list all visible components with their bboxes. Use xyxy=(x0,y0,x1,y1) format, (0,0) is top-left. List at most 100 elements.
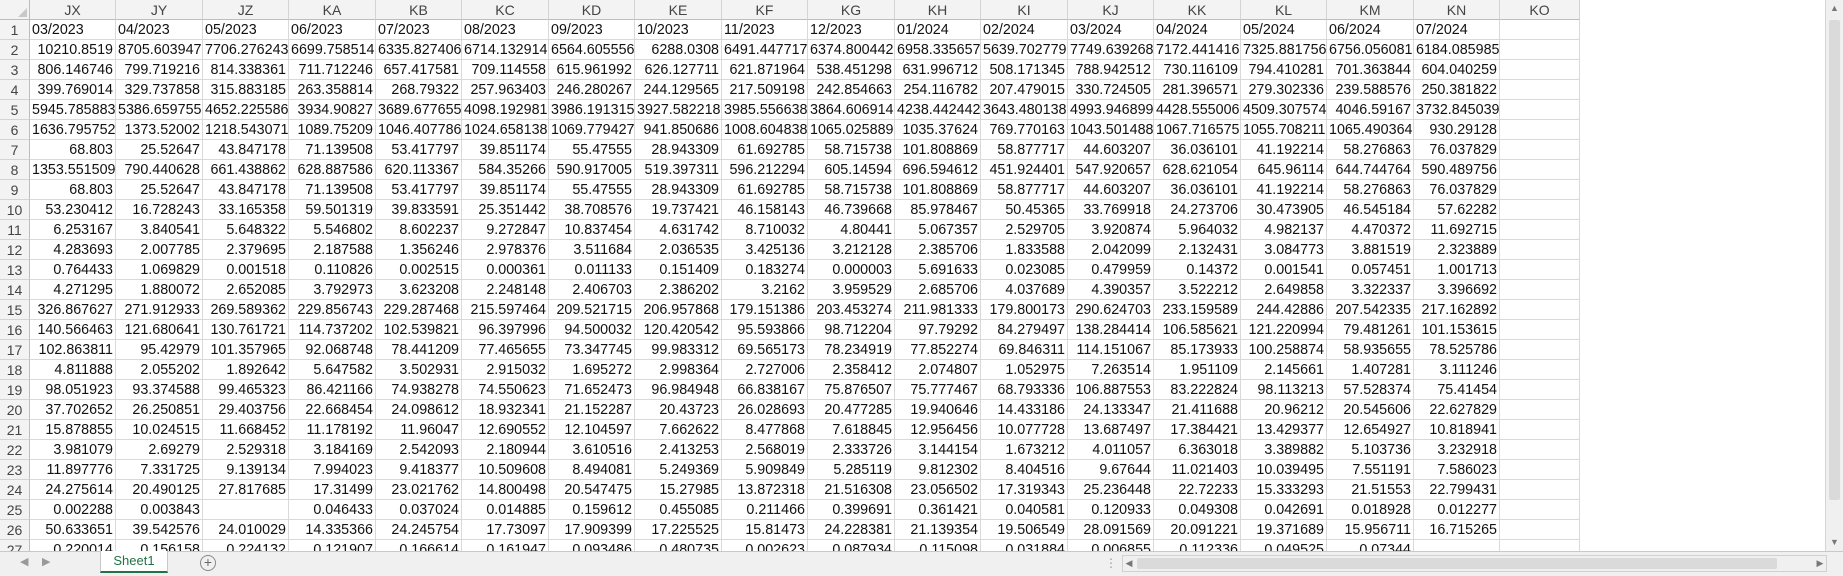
table-cell[interactable]: 2.413253 xyxy=(635,440,722,460)
table-cell[interactable]: 3689.677655 xyxy=(376,100,462,120)
table-cell[interactable] xyxy=(1500,60,1580,80)
table-cell[interactable]: 1008.604838 xyxy=(722,120,808,140)
table-cell[interactable]: 0.110826 xyxy=(289,260,376,280)
table-cell[interactable]: 15.878855 xyxy=(30,420,116,440)
table-cell[interactable]: 3.522212 xyxy=(1154,280,1241,300)
table-cell[interactable]: 121.220994 xyxy=(1241,320,1327,340)
table-cell[interactable]: 0.455085 xyxy=(635,500,722,520)
table-cell[interactable]: 329.737858 xyxy=(116,80,203,100)
caret-right-icon[interactable]: ▶ xyxy=(42,555,50,568)
table-cell[interactable]: 0.479959 xyxy=(1068,260,1154,280)
table-cell[interactable]: 24.275614 xyxy=(30,480,116,500)
table-cell[interactable]: 254.116782 xyxy=(895,80,981,100)
table-cell[interactable]: 9.418377 xyxy=(376,460,462,480)
table-cell[interactable]: 58.276863 xyxy=(1327,140,1414,160)
table-cell[interactable]: 1.001713 xyxy=(1414,260,1500,280)
header-cell[interactable]: 11/2023 xyxy=(722,20,808,40)
table-cell[interactable]: 106.887553 xyxy=(1068,380,1154,400)
table-cell[interactable]: 29.403756 xyxy=(203,400,289,420)
header-cell[interactable]: 01/2024 xyxy=(895,20,981,40)
table-cell[interactable]: 10.024515 xyxy=(116,420,203,440)
table-cell[interactable]: 1.052975 xyxy=(981,360,1068,380)
table-cell[interactable]: 0.040581 xyxy=(981,500,1068,520)
table-cell[interactable]: 130.761721 xyxy=(203,320,289,340)
table-cell[interactable]: 209.521715 xyxy=(549,300,635,320)
table-cell[interactable]: 75.876507 xyxy=(808,380,895,400)
table-cell[interactable]: 615.961992 xyxy=(549,60,635,80)
table-cell[interactable]: 30.473905 xyxy=(1241,200,1327,220)
table-cell[interactable]: 16.728243 xyxy=(116,200,203,220)
table-cell[interactable]: 78.234919 xyxy=(808,340,895,360)
table-cell[interactable]: 15.81473 xyxy=(722,520,808,540)
table-cell[interactable]: 71.139508 xyxy=(289,140,376,160)
table-cell[interactable]: 97.79292 xyxy=(895,320,981,340)
table-cell[interactable]: 5.103736 xyxy=(1327,440,1414,460)
column-header[interactable]: KH xyxy=(895,0,981,20)
table-cell[interactable]: 7.618845 xyxy=(808,420,895,440)
table-cell[interactable]: 0.093486 xyxy=(549,540,635,551)
table-cell[interactable]: 330.724505 xyxy=(1068,80,1154,100)
table-cell[interactable]: 0.018928 xyxy=(1327,500,1414,520)
table-cell[interactable]: 590.489756 xyxy=(1414,160,1500,180)
table-cell[interactable]: 6756.056081 xyxy=(1327,40,1414,60)
row-header[interactable]: 19 xyxy=(0,380,30,400)
row-header[interactable]: 26 xyxy=(0,520,30,540)
table-cell[interactable]: 41.192214 xyxy=(1241,140,1327,160)
table-cell[interactable]: 2.568019 xyxy=(722,440,808,460)
table-cell[interactable]: 2.333726 xyxy=(808,440,895,460)
table-cell[interactable]: 2.542093 xyxy=(376,440,462,460)
table-cell[interactable]: 1373.52002 xyxy=(116,120,203,140)
table-cell[interactable] xyxy=(1500,240,1580,260)
table-cell[interactable]: 3.111246 xyxy=(1414,360,1500,380)
table-cell[interactable]: 281.396571 xyxy=(1154,80,1241,100)
table-cell[interactable]: 1.892642 xyxy=(203,360,289,380)
table-cell[interactable]: 790.440628 xyxy=(116,160,203,180)
table-cell[interactable]: 14.335366 xyxy=(289,520,376,540)
table-cell[interactable]: 6491.447717 xyxy=(722,40,808,60)
row-header[interactable]: 23 xyxy=(0,460,30,480)
table-cell[interactable]: 7172.441416 xyxy=(1154,40,1241,60)
table-cell[interactable]: 5.909849 xyxy=(722,460,808,480)
header-cell[interactable]: 07/2023 xyxy=(376,20,462,40)
table-cell[interactable]: 25.351442 xyxy=(462,200,549,220)
table-cell[interactable]: 244.129565 xyxy=(635,80,722,100)
table-cell[interactable]: 5.249369 xyxy=(635,460,722,480)
table-cell[interactable]: 41.192214 xyxy=(1241,180,1327,200)
table-cell[interactable]: 140.566463 xyxy=(30,320,116,340)
table-cell[interactable]: 1.356246 xyxy=(376,240,462,260)
table-cell[interactable] xyxy=(1500,500,1580,520)
row-header[interactable]: 18 xyxy=(0,360,30,380)
table-cell[interactable]: 8.710032 xyxy=(722,220,808,240)
table-cell[interactable]: 2.132431 xyxy=(1154,240,1241,260)
header-cell[interactable]: 07/2024 xyxy=(1414,20,1500,40)
table-cell[interactable]: 99.983312 xyxy=(635,340,722,360)
table-cell[interactable]: 10210.8519 xyxy=(30,40,116,60)
header-cell[interactable]: 04/2023 xyxy=(116,20,203,40)
table-cell[interactable]: 76.037829 xyxy=(1414,140,1500,160)
table-cell[interactable]: 68.803 xyxy=(30,140,116,160)
table-cell[interactable]: 2.036535 xyxy=(635,240,722,260)
row-header[interactable]: 21 xyxy=(0,420,30,440)
table-cell[interactable]: 4.011057 xyxy=(1068,440,1154,460)
table-cell[interactable]: 0.183274 xyxy=(722,260,808,280)
table-cell[interactable]: 7.662622 xyxy=(635,420,722,440)
table-cell[interactable]: 138.284414 xyxy=(1068,320,1154,340)
table-cell[interactable]: 0.002623 xyxy=(722,540,808,551)
table-cell[interactable]: 0.037024 xyxy=(376,500,462,520)
table-cell[interactable]: 2.074807 xyxy=(895,360,981,380)
table-cell[interactable]: 99.465323 xyxy=(203,380,289,400)
row-header[interactable]: 1 xyxy=(0,20,30,40)
row-header[interactable]: 11 xyxy=(0,220,30,240)
column-header[interactable]: KL xyxy=(1241,0,1327,20)
table-cell[interactable]: 93.374588 xyxy=(116,380,203,400)
table-cell[interactable]: 17.319343 xyxy=(981,480,1068,500)
header-cell[interactable]: 03/2023 xyxy=(30,20,116,40)
table-cell[interactable]: 66.838167 xyxy=(722,380,808,400)
table-cell[interactable]: 3864.606914 xyxy=(808,100,895,120)
column-header[interactable]: KN xyxy=(1414,0,1500,20)
table-cell[interactable]: 2.727006 xyxy=(722,360,808,380)
table-cell[interactable]: 5.964032 xyxy=(1154,220,1241,240)
table-cell[interactable]: 43.847178 xyxy=(203,180,289,200)
table-cell[interactable]: 0.224132 xyxy=(203,540,289,551)
table-cell[interactable]: 2.978376 xyxy=(462,240,549,260)
